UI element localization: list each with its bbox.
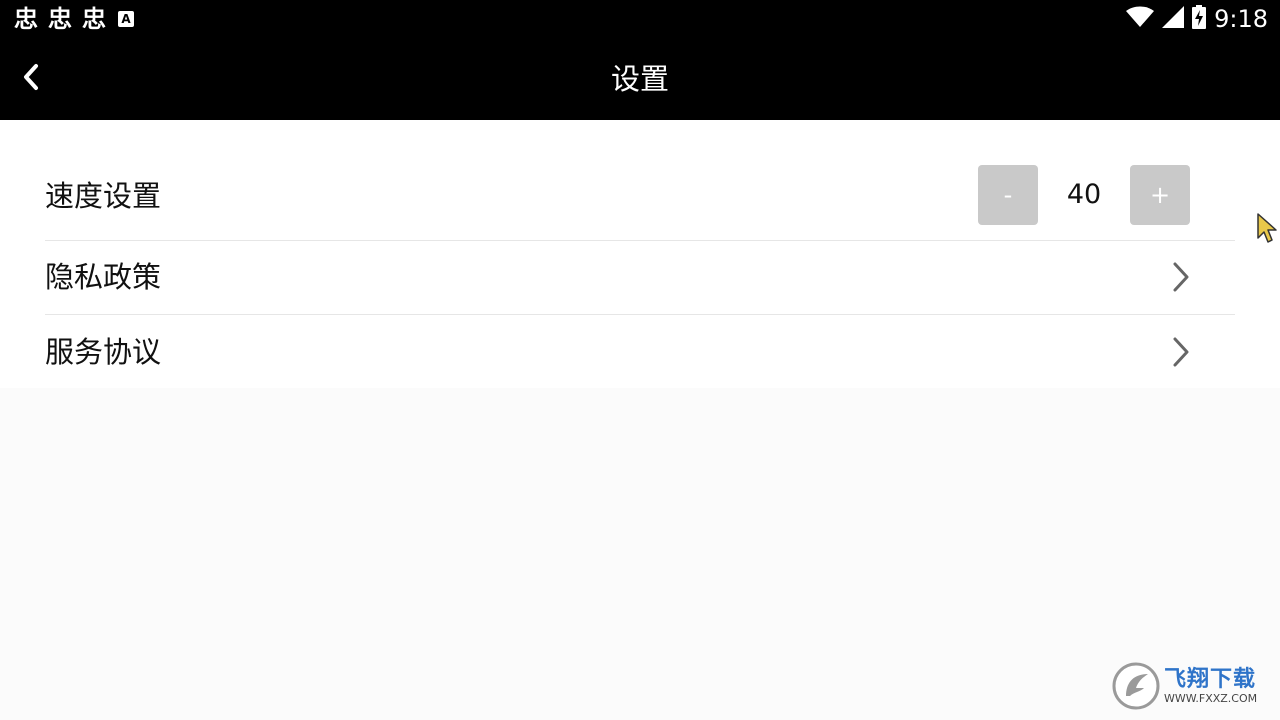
speed-increment-button[interactable]: + [1130, 165, 1190, 225]
watermark-logo-icon [1112, 662, 1160, 710]
status-icons: 9:18 [1126, 5, 1268, 33]
app-header: 设置 [0, 38, 1280, 120]
notification-icons: 忠 忠 忠 A [14, 5, 134, 33]
mouse-pointer-icon [1256, 212, 1278, 248]
wifi-icon [1126, 6, 1155, 32]
watermark: 飞翔下载 WWW.FXXZ.COM [1112, 660, 1270, 712]
cell-signal-icon [1162, 6, 1185, 32]
speed-setting-label: 速度设置 [45, 179, 162, 213]
watermark-url: WWW.FXXZ.COM [1164, 692, 1258, 705]
service-agreement-label: 服务协议 [45, 335, 162, 369]
speed-decrement-button[interactable]: - [978, 165, 1038, 225]
notification-glyph-2: 忠 [48, 5, 72, 33]
speed-setting-row: 速度设置 - 40 + [45, 164, 1235, 236]
speed-value: 40 [1066, 179, 1102, 210]
notification-glyph-1: 忠 [14, 5, 38, 33]
status-bar: 忠 忠 忠 A 9:18 [0, 0, 1280, 38]
battery-charging-icon [1192, 5, 1207, 33]
chevron-right-icon [1169, 259, 1193, 295]
settings-list: 速度设置 - 40 + 隐私政策 服务协议 [0, 120, 1280, 388]
watermark-text: 飞翔下载 [1164, 667, 1257, 692]
privacy-policy-label: 隐私政策 [45, 260, 162, 294]
service-agreement-row[interactable]: 服务协议 [45, 315, 1235, 388]
notification-glyph-3: 忠 [82, 5, 106, 33]
chevron-right-icon [1169, 334, 1193, 370]
keyboard-a-icon: A [118, 11, 134, 27]
clock: 9:18 [1214, 5, 1268, 33]
privacy-policy-row[interactable]: 隐私政策 [45, 241, 1235, 315]
page-title: 设置 [610, 62, 669, 96]
